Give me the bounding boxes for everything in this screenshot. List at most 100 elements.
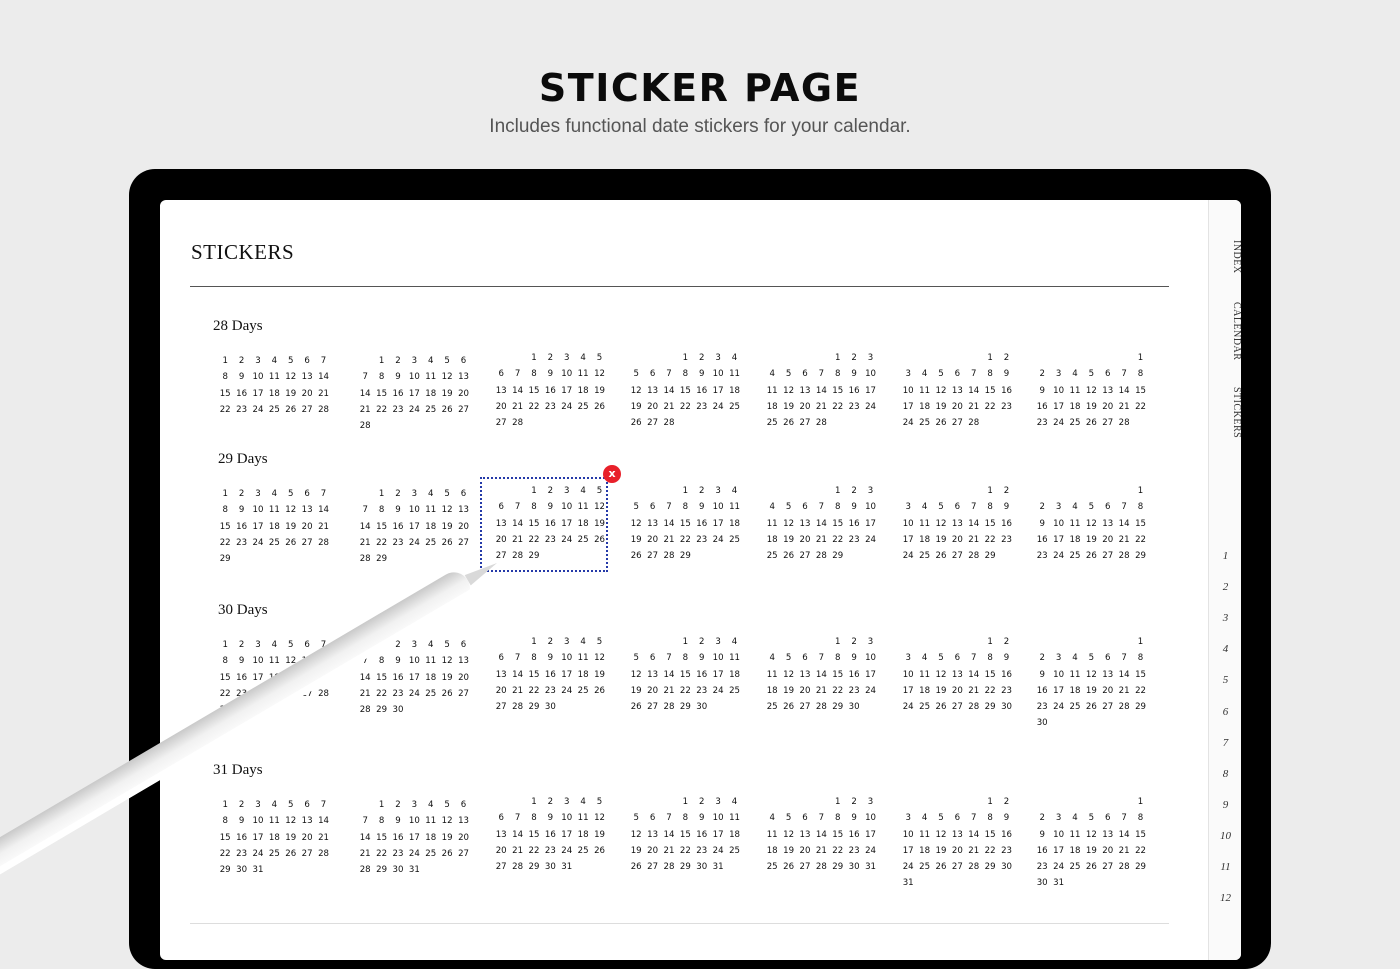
day-number: 28	[968, 418, 980, 429]
day-number: 27	[301, 404, 313, 415]
month-tab[interactable]: 5	[1209, 674, 1241, 686]
day-number: 25	[1069, 551, 1081, 562]
date-sticker[interactable]: 1 2 3 4 5 6 7 8 9 10 11 12 13 14 15 16 17 18 19 20 21 22 23 24 2…	[217, 797, 329, 878]
date-sticker[interactable]: 1 2 3 4 5 6 7 8 9 10 11 12 13 14 15 16 17 18 19 20 21 22 23 24 2…	[217, 353, 329, 418]
day-number: 26	[1085, 702, 1097, 713]
day-number	[628, 350, 644, 366]
date-sticker[interactable]: 1 2 3 4 5 6 7 8 9 10 11 12 13 14 15 16 17 18 19 20 21 22 23 24 2…	[900, 350, 1012, 431]
tab-stickers[interactable]: STICKERS	[1209, 387, 1241, 438]
day-number	[1116, 350, 1132, 366]
day-number: 24	[1053, 551, 1065, 562]
date-sticker[interactable]: 1 2 3 4 5 6 7 8 9 10 11 12 13 14 15 16 17 18 19 20 21 22 23 24 2…	[900, 634, 1012, 715]
day-number	[493, 634, 509, 650]
date-sticker[interactable]: 1 2 3 4 5 6 7 8 9 10 11 12 13 14 15 16 17 18 19 20 21 22 23 24 2…	[764, 634, 876, 715]
date-sticker[interactable]: 1 2 3 4 5 6 7 8 9 10 11 12 13 14 15 16 17 18 19 20 21 22 23 24 2…	[217, 637, 329, 718]
date-sticker[interactable]: 1 2 3 4 5 6 7 8 9 10 11 12 13 14 15 16 17 18 19 20 21 22 23 24 2…	[1034, 483, 1146, 564]
month-tab[interactable]: 1	[1209, 550, 1241, 562]
date-sticker[interactable]: 1 2 3 4 5 6 7 8 9 10 11 12 13 14 15 16 17 18 19 20 21 22 23 24 2…	[628, 350, 740, 431]
day-number	[998, 415, 1014, 431]
day-number: 16	[544, 385, 556, 396]
day-number: 14	[663, 669, 675, 680]
sticker-week-row: 14 15 16 17 18 19 20	[357, 830, 469, 846]
tab-calendar[interactable]: CALENDAR	[1209, 302, 1241, 360]
day-number: 27	[799, 862, 811, 873]
month-tab[interactable]: 3	[1209, 612, 1241, 624]
month-tab[interactable]: 11	[1209, 861, 1241, 873]
day-number: 13	[1102, 518, 1114, 529]
date-sticker[interactable]: 1 2 3 4 5 6 7 8 9 10 11 12 13 14 15 16 17 18 19 20 21 22 23 24 2…	[764, 794, 876, 875]
month-tab[interactable]: 7	[1209, 737, 1241, 749]
day-number: 2	[395, 800, 401, 810]
day-number: 15	[528, 669, 540, 680]
day-number: 26	[783, 551, 795, 562]
day-number: 8	[682, 813, 689, 824]
month-tab[interactable]: 12	[1209, 892, 1241, 904]
day-number: 18	[729, 518, 740, 529]
day-number: 22	[832, 401, 844, 412]
day-number: 27	[495, 702, 507, 713]
day-number: 16	[236, 388, 248, 399]
day-number: 28	[663, 551, 675, 562]
day-number	[949, 483, 965, 499]
day-number: 21	[318, 388, 329, 399]
date-sticker[interactable]: 1 2 3 4 5 6 7 8 9 10 11 12 13 14 15 16 17 18 19 20 21 22 23 24 2…	[764, 483, 876, 564]
month-tab[interactable]: 2	[1209, 581, 1241, 593]
day-number: 13	[647, 385, 659, 396]
sticker-week-row: 1234567	[217, 486, 329, 502]
day-number: 29	[832, 702, 844, 713]
date-sticker[interactable]: 1 2 3 4 5 6 7 8 9 10 11 12 13 14 15 16 17 18 19 20 21 22 23 24 2…	[628, 483, 740, 564]
day-number: 4	[921, 653, 928, 664]
day-number: 12	[1085, 518, 1097, 529]
sticker-week-row: 22 23 24 25 26 27 28	[217, 846, 329, 862]
date-sticker[interactable]: 1 2 3 4 5 6 7 8 9 10 11 12 13 14 15 16 17 18 19 20 21 22 23 24 2…	[493, 350, 605, 431]
date-sticker[interactable]: 1 2 3 4 5 6 7 8 9 10 11 12 13 14 15 16 17 18 19 20 21 22 23 24 2…	[900, 794, 1012, 892]
date-sticker[interactable]: 1 2 3 4 5 6 7 8 9 10 11 12 13 14 15 16 17 18 19 20 21 22 23 24 2…	[900, 483, 1012, 564]
date-sticker[interactable]: 1 2 3 4 5 6 7 8 9 10 11 12 13 14 15 16 17 18 19 20 21 22 23 24 2…	[764, 350, 876, 431]
day-number	[949, 794, 965, 810]
sticker-week-row: 4 5 6 7 8 9 10	[764, 499, 876, 515]
day-number: 9	[699, 369, 705, 380]
day-number: 5	[288, 356, 294, 366]
date-sticker[interactable]: 1 2 3 4 5 6 7 8 9 10 11 12 13 14 15 16 17 18 19 20 21 22 23 24 2…	[493, 634, 605, 715]
day-number: 6	[498, 653, 504, 664]
day-number: 5	[1088, 369, 1095, 380]
date-sticker[interactable]: 1 2 3 4 5 6 7 8 9 10 11 12 13 14 15 16 17 18 19 20 21 22 23 24 2…	[357, 637, 469, 718]
tab-index[interactable]: INDEX	[1209, 240, 1241, 274]
date-sticker[interactable]: 1 2 3 4 5 6 7 8 9 10 11 12 13 14 15 16 17 18 19 20 21 22 23 24 2…	[357, 797, 469, 878]
day-number: 21	[359, 537, 371, 548]
day-number: 1	[835, 486, 841, 496]
date-sticker[interactable]: 1 2 3 4 5 6 7 8 9 10 11 12 13 14 15 16 17 18 19 20 21 22 23 24 2…	[1034, 350, 1146, 431]
date-sticker[interactable]: 1 2 3 4 5 6 7 8 9 10 11 12 13 14 15 16 17 18 19 20 21 22 23 24 2…	[493, 794, 605, 875]
day-number: 24	[712, 401, 724, 412]
sticker-week-row: 1	[1034, 483, 1146, 499]
date-sticker[interactable]: 1 2 3 4 5 6 7 8 9 10 11 12 13 14 15 16 17 18 19 20 21 22 23 24 2…	[1034, 634, 1146, 732]
sticker-week-row: 12	[900, 634, 1012, 650]
sticker-week-row: 4 5 6 7 8 9 10	[764, 650, 876, 666]
day-number: 20	[301, 832, 313, 843]
day-number: 10	[561, 369, 573, 380]
date-sticker[interactable]: 1 2 3 4 5 6 7 8 9 10 11 12 13 14 15 16 17 18 19 20 21 22 23 24 2…	[357, 353, 469, 434]
day-number	[373, 418, 389, 434]
day-number: 22	[1135, 685, 1146, 696]
day-number: 10	[712, 369, 724, 380]
date-sticker[interactable]: 1 2 3 4 5 6 7 8 9 10 11 12 13 14 15 16 17 18 19 20 21 22 23 24 2…	[1034, 794, 1146, 892]
date-sticker[interactable]: 1 2 3 4 5 6 7 8 9 10 11 12 13 14 15 16 17 18 19 20 21 22 23 24 2…	[357, 486, 469, 567]
delete-sticker-button[interactable]: x	[603, 465, 621, 483]
date-sticker[interactable]: 1 2 3 4 5 6 7 8 9 10 11 12 13 14 15 16 17 18 19 20 21 22 23 24 2…	[628, 634, 740, 715]
day-number: 24	[408, 688, 420, 699]
day-number	[1034, 350, 1050, 366]
day-number: 4	[769, 369, 775, 380]
day-number: 30	[1001, 702, 1012, 713]
month-tab[interactable]: 10	[1209, 830, 1241, 842]
month-tab[interactable]: 9	[1209, 799, 1241, 811]
month-tab[interactable]: 8	[1209, 768, 1241, 780]
day-number: 10	[252, 816, 264, 827]
day-number: 23	[1036, 418, 1048, 429]
selected-sticker-outline[interactable]	[480, 477, 608, 572]
date-sticker[interactable]: 1 2 3 4 5 6 7 8 9 10 11 12 13 14 15 16 17 18 19 20 21 22 23 24 2…	[217, 486, 329, 567]
day-number: 2	[1039, 502, 1045, 513]
day-number: 11	[425, 372, 437, 383]
date-sticker[interactable]: 1 2 3 4 5 6 7 8 9 10 11 12 13 14 15 16 17 18 19 20 21 22 23 24 2…	[628, 794, 740, 875]
month-tab[interactable]: 4	[1209, 643, 1241, 655]
month-tab[interactable]: 6	[1209, 706, 1241, 718]
